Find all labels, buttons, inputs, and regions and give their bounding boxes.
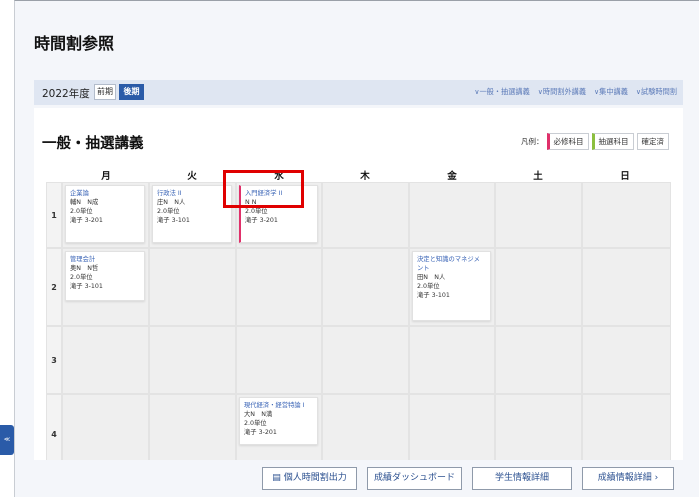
course-teacher: 田N N人	[417, 274, 446, 281]
course-room: 滝子 3-201	[70, 217, 103, 224]
term-second-button[interactable]: 後期	[119, 84, 144, 100]
day-mon: 月	[101, 171, 111, 182]
course-credits: 2.0単位	[70, 274, 93, 281]
course-card[interactable]: 決定と知識のマネジメント 田N N人 2.0単位 滝子 3-101	[412, 251, 491, 321]
course-name[interactable]: 管理会計	[70, 255, 140, 264]
period-label: 1	[46, 182, 62, 248]
side-expand-tab[interactable]: ≪	[0, 425, 14, 455]
chevron-right-icon: ›	[654, 473, 659, 483]
legend-required: 必修科目	[546, 133, 589, 150]
legend-lottery: 抽選科目	[591, 133, 634, 150]
slot-sun-1	[582, 182, 671, 248]
slot-fri-3	[409, 326, 495, 394]
slot-wed-2	[236, 248, 322, 326]
legend-prefix: 凡例：	[521, 137, 544, 146]
period-label: 3	[46, 326, 62, 394]
course-name[interactable]: 企業論	[70, 189, 140, 198]
term-first-button[interactable]: 前期	[94, 84, 116, 100]
course-teacher: 奥N N哲	[70, 265, 99, 272]
course-name[interactable]: 行政法 II	[157, 189, 227, 198]
link-intensive[interactable]: 集中講義	[594, 87, 628, 97]
slot-mon-3	[62, 326, 149, 394]
course-room: 滝子 3-201	[245, 217, 278, 224]
slot-thu-1	[322, 182, 409, 248]
page-title: 時間割参照	[34, 34, 115, 53]
course-teacher: 輔N N成	[70, 199, 99, 206]
course-room: 滝子 3-101	[70, 283, 103, 290]
slot-mon-4	[62, 394, 149, 460]
print-timetable-button[interactable]: ▤ 個人時間割出力	[262, 467, 357, 490]
slot-sat-2	[495, 248, 582, 326]
link-outside-timetable[interactable]: 時間割外講義	[538, 87, 586, 97]
slot-tue-3	[149, 326, 236, 394]
print-icon: ▤	[272, 473, 281, 483]
period-label: 4	[46, 394, 62, 460]
slot-tue-4	[149, 394, 236, 460]
course-credits: 2.0単位	[70, 208, 93, 215]
course-name[interactable]: 現代経済・経営特論 I	[244, 401, 313, 410]
course-room: 滝子 3-101	[157, 217, 190, 224]
legend: 凡例： 必修科目 抽選科目 確定済	[521, 133, 669, 150]
slot-fri-4	[409, 394, 495, 460]
course-credits: 2.0単位	[244, 420, 267, 427]
course-card[interactable]: 行政法 II 庄N N人 2.0単位 滝子 3-101	[152, 185, 232, 243]
academic-year: 2022年度	[42, 88, 90, 100]
slot-wed-3	[236, 326, 322, 394]
course-room: 滝子 3-201	[244, 429, 277, 436]
slot-sat-1	[495, 182, 582, 248]
slot-thu-4	[322, 394, 409, 460]
period-label: 2	[46, 248, 62, 326]
grades-dashboard-button[interactable]: 成績ダッシュボード	[367, 467, 462, 490]
timetable-panel: 一般・抽選講義 凡例： 必修科目 抽選科目 確定済 月 火 水 木 金 土 日 …	[34, 108, 683, 460]
course-teacher: 庄N N人	[157, 199, 186, 206]
slot-thu-3	[322, 326, 409, 394]
day-sat: 土	[533, 171, 543, 182]
slot-sun-2	[582, 248, 671, 326]
term-links: 一般・抽選講義 時間割外講義 集中講義 試験時間割	[474, 87, 677, 97]
course-credits: 2.0単位	[245, 208, 268, 215]
day-sun: 日	[620, 171, 630, 182]
course-teacher: 大N N満	[244, 411, 273, 418]
grades-detail-label: 成績情報詳細	[597, 473, 652, 483]
grades-detail-button[interactable]: 成績情報詳細 ›	[582, 467, 674, 490]
highlight-box	[223, 170, 304, 208]
term-bar: 2022年度 前期 後期 一般・抽選講義 時間割外講義 集中講義 試験時間割	[34, 80, 683, 105]
day-fri: 金	[447, 171, 457, 182]
course-card[interactable]: 企業論 輔N N成 2.0単位 滝子 3-201	[65, 185, 145, 243]
slot-fri-1	[409, 182, 495, 248]
legend-confirmed: 確定済	[636, 133, 669, 150]
slot-tue-2	[149, 248, 236, 326]
day-header-row: 月 火 水 木 金 土 日	[46, 168, 671, 182]
slot-sat-3	[495, 326, 582, 394]
slot-sat-4	[495, 394, 582, 460]
course-room: 滝子 3-101	[417, 292, 450, 299]
course-card[interactable]: 現代経済・経営特論 I 大N N満 2.0単位 滝子 3-201	[239, 397, 318, 445]
course-credits: 2.0単位	[417, 283, 440, 290]
link-exam-timetable[interactable]: 試験時間割	[636, 87, 677, 97]
section-title: 一般・抽選講義	[42, 136, 144, 152]
slot-sun-4	[582, 394, 671, 460]
day-thu: 木	[360, 171, 370, 182]
course-credits: 2.0単位	[157, 208, 180, 215]
print-timetable-label: 個人時間割出力	[283, 473, 347, 483]
student-info-button[interactable]: 学生情報詳細	[472, 467, 572, 490]
slot-sun-3	[582, 326, 671, 394]
slot-thu-2	[322, 248, 409, 326]
course-name[interactable]: 決定と知識のマネジメント	[417, 255, 486, 273]
course-card[interactable]: 管理会計 奥N N哲 2.0単位 滝子 3-101	[65, 251, 145, 301]
link-general-lottery[interactable]: 一般・抽選講義	[474, 87, 529, 97]
